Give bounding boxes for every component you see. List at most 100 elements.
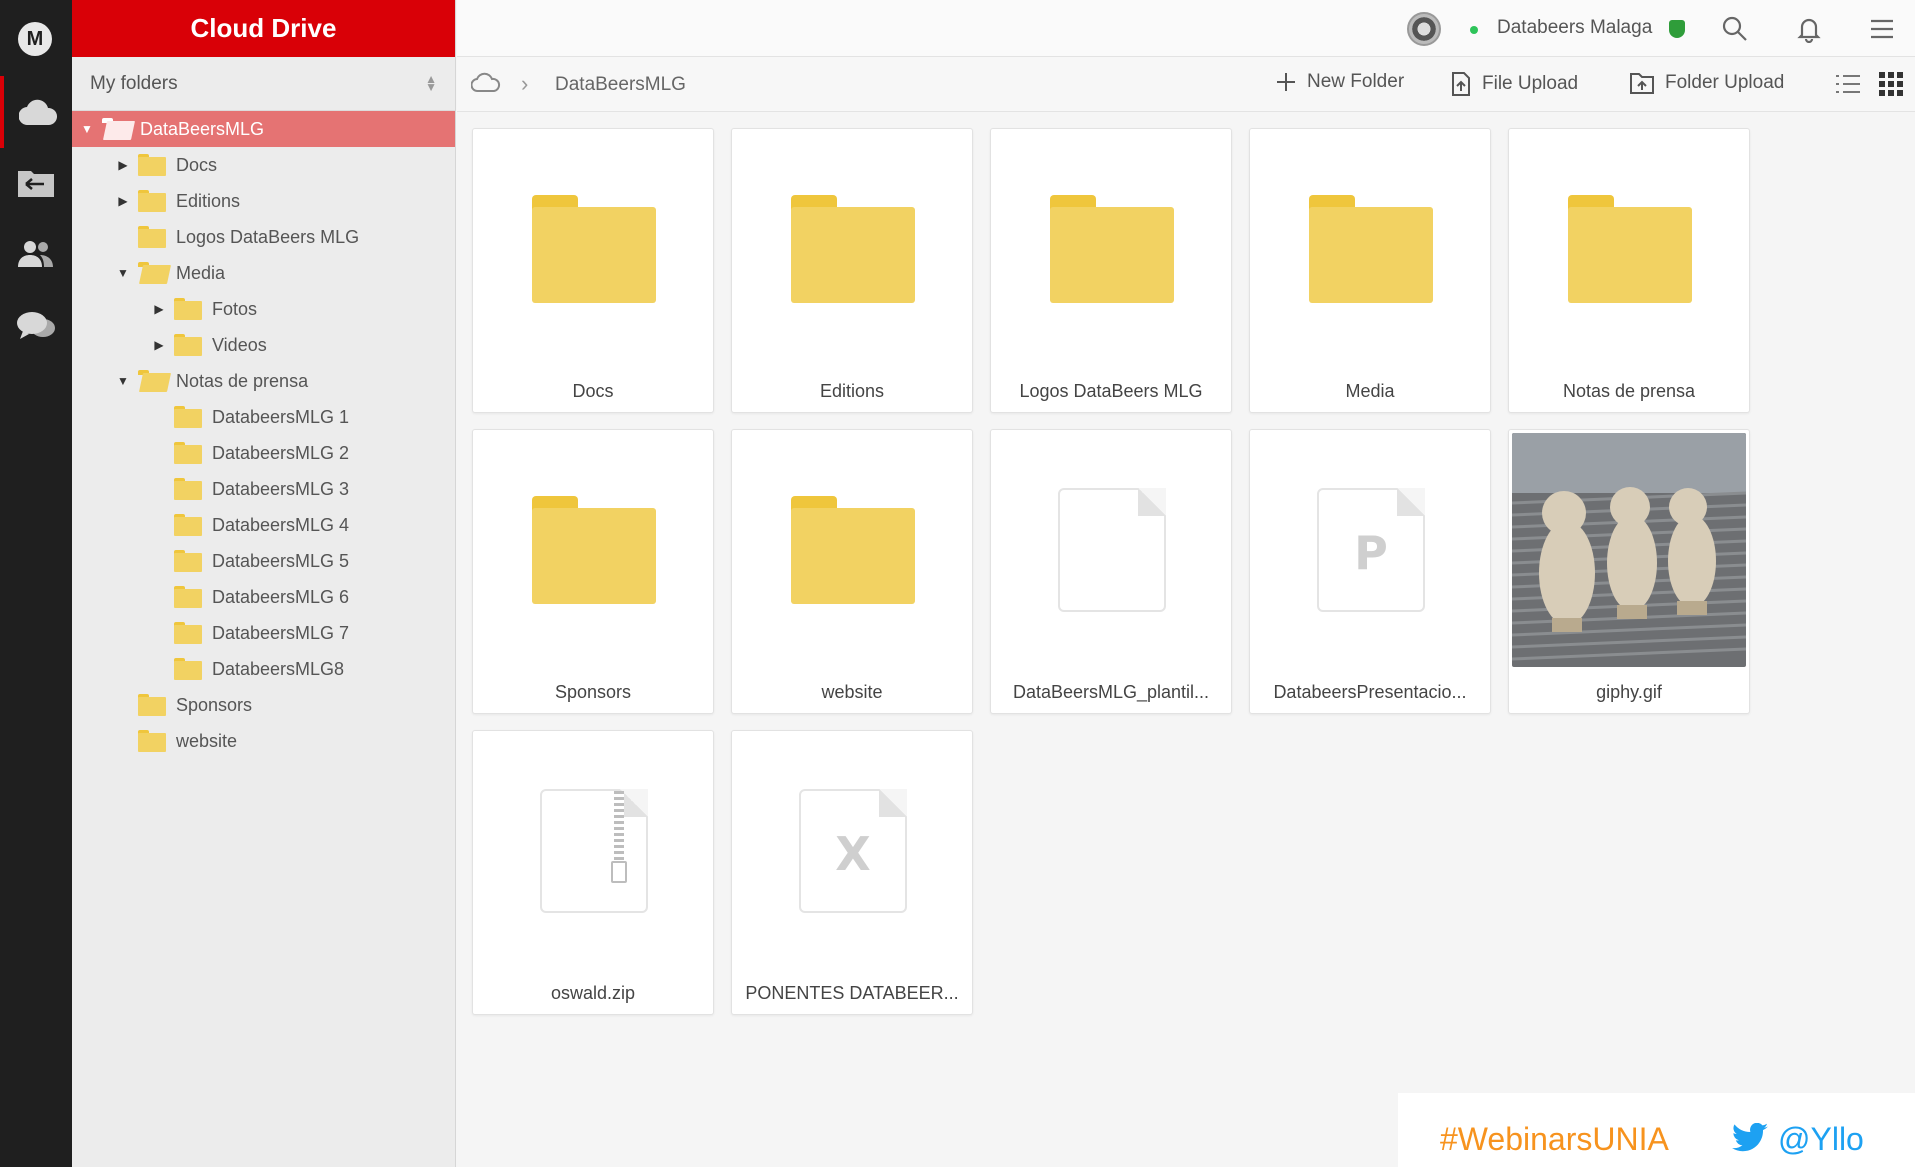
tree-node[interactable]: website [72, 723, 455, 759]
list-view-button[interactable] [1835, 72, 1861, 101]
grid-view-icon [1879, 72, 1903, 96]
tree-node-label: Notas de prensa [176, 370, 309, 391]
zip-file-icon [540, 789, 648, 913]
folder-upload-button[interactable]: Folder Upload [1629, 71, 1784, 95]
caret-down-icon[interactable]: ▼ [116, 374, 130, 388]
tree-node-label: Docs [176, 154, 218, 175]
tile-name: Docs [572, 381, 614, 401]
folder-tile[interactable]: Sponsors [472, 429, 714, 714]
folder-icon [1050, 195, 1174, 303]
caret-right-icon[interactable]: ▶ [116, 158, 130, 172]
new-folder-button[interactable]: New Folder [1275, 71, 1404, 93]
tree-node[interactable]: Logos DataBeers MLG [72, 219, 455, 255]
tile-name: Sponsors [554, 682, 632, 702]
tree-node[interactable]: DatabeersMLG 5 [72, 543, 455, 579]
chat-icon [17, 312, 55, 339]
folder-icon [174, 658, 202, 680]
folder-tile[interactable]: website [731, 429, 973, 714]
tree-node[interactable]: ▼ Media [72, 255, 455, 291]
caret-right-icon[interactable]: ▶ [152, 338, 166, 352]
tree-node-label: DatabeersMLG 2 [212, 442, 350, 463]
image-thumbnail [1512, 433, 1746, 667]
tree-node[interactable]: DatabeersMLG 2 [72, 435, 455, 471]
chat-nav[interactable] [0, 290, 72, 362]
tree-node-label: Sponsors [176, 694, 253, 715]
breadcrumb-root[interactable] [470, 71, 501, 98]
hamburger-menu-icon [1871, 19, 1893, 39]
folder-tile[interactable]: Notas de prensa [1508, 128, 1750, 413]
tree-node[interactable]: Sponsors [72, 687, 455, 723]
folder-icon [1309, 195, 1433, 303]
folder-tile[interactable]: Logos DataBeers MLG [990, 128, 1232, 413]
tree-node[interactable]: DatabeersMLG 4 [72, 507, 455, 543]
cloud-icon [19, 99, 57, 125]
tree-node-label: DatabeersMLG 5 [212, 550, 350, 571]
list-view-icon [1836, 75, 1860, 93]
top-bar: Databeers Malaga [457, 0, 1915, 57]
tree-node[interactable]: ▶ Editions [72, 183, 455, 219]
tree-node-label: DatabeersMLG 7 [212, 622, 350, 643]
document-icon: X [799, 789, 907, 913]
tree-node-label: Media [176, 262, 226, 283]
grid-view-button[interactable] [1879, 72, 1903, 101]
file-tile[interactable]: P DatabeersPresentacio... [1249, 429, 1491, 714]
tree-node[interactable]: ▶ Fotos [72, 291, 455, 327]
online-status-dot [1470, 26, 1478, 34]
my-folders-header[interactable]: My folders ▲ ▼ [72, 57, 455, 111]
cloud-drive-nav[interactable] [0, 76, 72, 148]
left-rail: M [0, 0, 72, 1167]
tree-node[interactable]: DatabeersMLG 7 [72, 615, 455, 651]
tree-node[interactable]: ▼ DataBeersMLG [72, 111, 455, 147]
tile-name: oswald.zip [550, 983, 636, 1003]
cloud-outline-icon [470, 72, 501, 92]
folder-tile[interactable]: Docs [472, 128, 714, 413]
file-tile[interactable]: oswald.zip [472, 730, 714, 1015]
folder-icon [174, 442, 202, 464]
account-name[interactable]: Databeers Malaga [1497, 17, 1652, 39]
search-button[interactable] [1716, 10, 1754, 48]
file-tile[interactable]: giphy.gif [1508, 429, 1750, 714]
caret-right-icon[interactable]: ▶ [116, 194, 130, 208]
tree-node-label: website [176, 730, 238, 751]
folder-icon [174, 514, 202, 536]
document-icon: P [1317, 488, 1425, 612]
caret-down-icon[interactable]: ▼ [80, 122, 94, 136]
tree-node[interactable]: DatabeersMLG 6 [72, 579, 455, 615]
tree-node-label: DatabeersMLG 4 [212, 514, 350, 535]
hashtag-text: #WebinarsUNIA [1440, 1121, 1669, 1157]
chevron-right-icon: › [521, 71, 529, 96]
breadcrumb-current[interactable]: DataBeersMLG [555, 74, 686, 96]
tile-name: website [821, 682, 883, 702]
search-icon [1722, 16, 1747, 41]
file-upload-button[interactable]: File Upload [1450, 71, 1578, 97]
contacts-nav[interactable] [0, 218, 72, 290]
folder-icon [532, 496, 656, 604]
folder-tile[interactable]: Editions [731, 128, 973, 413]
caret-down-icon[interactable]: ▼ [116, 266, 130, 280]
tree-node[interactable]: ▶ Docs [72, 147, 455, 183]
tree-node[interactable]: DatabeersMLG8 [72, 651, 455, 687]
folder-transfer-icon [18, 171, 54, 197]
sort-arrows-icon[interactable]: ▲ ▼ [425, 73, 437, 93]
folder-icon [138, 154, 166, 176]
tile-name: DatabeersPresentacio... [1273, 682, 1467, 702]
file-upload-label: File Upload [1482, 73, 1579, 94]
bell-icon [1797, 18, 1821, 43]
tree-node[interactable]: ▼ Notas de prensa [72, 363, 455, 399]
avatar[interactable] [1407, 12, 1441, 46]
toolbar: › DataBeersMLG New Folder File Upload Fo… [457, 57, 1915, 112]
tile-name: Media [1345, 381, 1395, 401]
folder-icon [532, 195, 656, 303]
promo-footer: #WebinarsUNIA @Yllo [1398, 1093, 1915, 1167]
main-menu-button[interactable] [1863, 10, 1901, 48]
file-tile[interactable]: X PONENTES DATABEER... [731, 730, 973, 1015]
mega-logo-icon[interactable]: M [18, 22, 52, 56]
caret-right-icon[interactable]: ▶ [152, 302, 166, 316]
folder-tile[interactable]: Media [1249, 128, 1491, 413]
tree-node[interactable]: ▶ Videos [72, 327, 455, 363]
notifications-button[interactable] [1790, 10, 1828, 48]
shared-folders-nav[interactable] [0, 146, 72, 218]
tree-node[interactable]: DatabeersMLG 1 [72, 399, 455, 435]
tree-node[interactable]: DatabeersMLG 3 [72, 471, 455, 507]
file-tile[interactable]: DataBeersMLG_plantil... [990, 429, 1232, 714]
